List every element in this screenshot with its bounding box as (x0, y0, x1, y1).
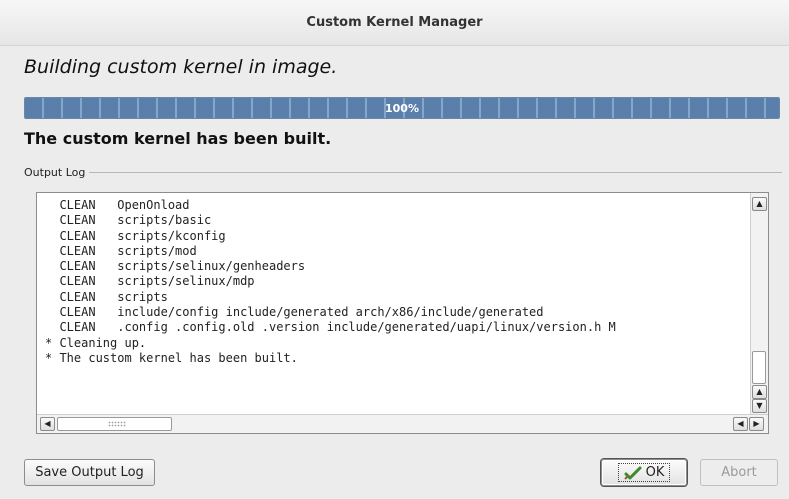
log-line: CLEAN scripts/selinux/mdp (45, 274, 255, 289)
window-title: Custom Kernel Manager (306, 15, 483, 30)
log-line: CLEAN include/config include/generated a… (45, 305, 544, 320)
arrow-down-icon[interactable]: ▼ (752, 399, 767, 413)
log-line: CLEAN scripts/mod (45, 243, 197, 258)
save-output-log-label: Save Output Log (35, 465, 144, 480)
arrow-up-icon[interactable]: ▲ (752, 385, 767, 399)
save-output-log-button[interactable]: Save Output Log (24, 459, 155, 486)
output-log-box[interactable]: CLEAN OpenOnload CLEAN scripts/basic CLE… (36, 192, 769, 434)
horizontal-scrollbar[interactable]: ◀ ◀ ▶ (37, 414, 768, 433)
build-heading: Building custom kernel in image. (24, 56, 338, 78)
log-line: CLEAN scripts/basic (45, 213, 212, 228)
output-log-label: Output Log (24, 165, 86, 179)
ok-button[interactable]: OK (601, 459, 687, 486)
horizontal-scroll-thumb[interactable] (57, 417, 172, 431)
log-line: * The custom kernel has been built. (45, 350, 298, 365)
log-line: CLEAN .config .config.old .version inclu… (45, 320, 616, 335)
abort-button[interactable]: Abort (700, 459, 778, 486)
status-message: The custom kernel has been built. (24, 129, 332, 148)
arrow-right-icon[interactable]: ▶ (749, 417, 764, 431)
ok-label: OK (645, 465, 665, 480)
arrow-left-icon[interactable]: ◀ (40, 417, 55, 431)
abort-label: Abort (721, 465, 757, 480)
title-bar: Custom Kernel Manager (0, 0, 789, 46)
output-log-text[interactable]: CLEAN OpenOnload CLEAN scripts/basic CLE… (45, 198, 746, 413)
vertical-scroll-thumb[interactable] (752, 351, 766, 384)
log-line: * Cleaning up. (45, 335, 147, 350)
progress-label: 100% (385, 101, 419, 115)
vertical-scrollbar[interactable]: ▲ ▲ ▼ (750, 193, 768, 414)
log-line: CLEAN scripts/selinux/genheaders (45, 259, 306, 274)
grip-icon (108, 421, 126, 427)
checkmark-icon (623, 466, 642, 480)
output-log-section: Output Log (24, 165, 782, 179)
section-divider (89, 171, 782, 173)
log-line: CLEAN OpenOnload (45, 198, 190, 212)
ok-button-focus: OK (617, 463, 671, 482)
log-line: CLEAN scripts (45, 289, 168, 304)
arrow-left-icon[interactable]: ◀ (733, 417, 748, 431)
log-line: CLEAN scripts/kconfig (45, 228, 226, 243)
arrow-up-icon[interactable]: ▲ (752, 197, 767, 211)
build-progress-bar: 100% (24, 97, 780, 119)
